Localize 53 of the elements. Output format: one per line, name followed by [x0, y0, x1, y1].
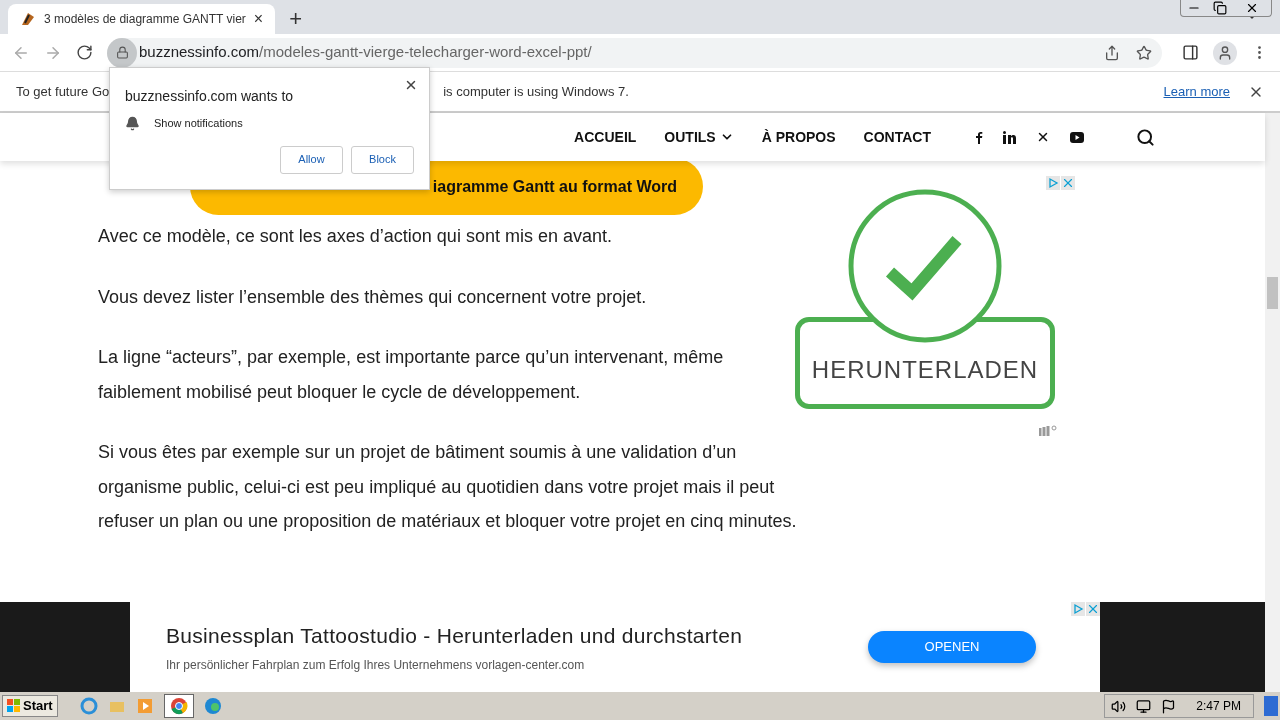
flag-icon[interactable] — [1161, 698, 1177, 714]
youtube-icon[interactable] — [1070, 131, 1084, 143]
article-paragraph: Avec ce modèle, ce sont les axes d’action qui sont mis en avant. — [98, 225, 613, 248]
article-paragraph: Si vous êtes par exemple sur un projet de bâtiment soumis à une validation d’un organisme public, celui-ci est peu impliqué au quotidien dans votre projet mais il peut refuser un plan ou une proposition de matériaux et bloquer votre projet en cinq minutes. — [98, 441, 798, 533]
scrollbar[interactable] — [1265, 113, 1280, 692]
network-icon[interactable] — [1136, 698, 1152, 714]
ad-label: HERUNTERLADEN — [811, 355, 1039, 385]
nav-link[interactable]: OUTILS — [664, 126, 734, 148]
close-icon[interactable] — [404, 78, 418, 92]
article-paragraph: Vous devez lister l’ensemble des thèmes qui concernent votre projet. — [98, 285, 648, 309]
volume-icon[interactable] — [1111, 698, 1127, 714]
clock: 2:47 PM — [1196, 698, 1241, 715]
tab-close-button[interactable]: × — [253, 7, 264, 31]
permission-button[interactable]: Block — [351, 145, 414, 174]
permission-text: Show notifications — [154, 116, 243, 131]
permission-button[interactable]: Allow — [280, 145, 343, 174]
reload-icon[interactable] — [76, 44, 93, 61]
chrome-taskbar-button[interactable] — [163, 694, 194, 718]
check-circle-icon — [847, 188, 1003, 344]
learn-more-link[interactable]: Learn more — [1163, 81, 1230, 102]
restore-icon[interactable] — [1213, 1, 1227, 15]
share-icon[interactable] — [1104, 44, 1120, 61]
nav-link[interactable]: CONTACT — [863, 126, 931, 148]
search-icon[interactable] — [1136, 127, 1155, 147]
bookmark-star-icon[interactable] — [1136, 44, 1152, 61]
popup-title: buzznessinfo.com wants to — [125, 87, 295, 106]
new-tab-button[interactable]: + — [289, 8, 303, 30]
ad-card[interactable]: Businessplan Tattoostudio - Herunterladen und durchstarten Ihr persönlicher Fahrplan zum Erfolg Ihres Unternehmens vorlagen-center.com OPENEN — [130, 602, 1100, 692]
open-button[interactable]: OPENEN — [868, 631, 1036, 663]
info-text: is computer is using Windows 7. — [443, 82, 629, 101]
address-bar[interactable]: buzznessinfo.com/modeles-gantt-vierge-telecharger-word-excel-ppt/ — [107, 37, 1162, 68]
url-text: buzznessinfo.com/modeles-gantt-vierge-telecharger-word-excel-ppt/ — [139, 42, 592, 63]
download-ad-banner[interactable]: HERUNTERLADEN — [795, 188, 1055, 409]
x-logo-icon[interactable] — [1036, 130, 1050, 144]
windows-logo-icon — [7, 699, 21, 713]
nav-link[interactable]: ACCUEIL — [574, 126, 637, 148]
facebook-icon[interactable] — [975, 130, 983, 144]
profile-avatar-icon[interactable] — [1213, 40, 1237, 65]
side-panel-icon[interactable] — [1182, 44, 1199, 61]
close-icon[interactable] — [1245, 1, 1259, 15]
ad-network-logo-icon — [1039, 425, 1059, 437]
tab-title: 3 modèles de diagramme GANTT vier — [44, 11, 246, 28]
ad-subtitle: Ihr persönlicher Fahrplan zum Erfolg Ihres Unternehmens vorlagen-center.com — [166, 656, 586, 674]
bell-icon — [125, 115, 140, 131]
article-paragraph: La ligne “acteurs”, par exemple, est importante parce qu’un intervenant, même faiblement mobilisé peut bloquer le cycle de développement. — [98, 346, 725, 404]
info-text: To get future Go — [16, 82, 110, 101]
lock-icon[interactable] — [107, 37, 137, 68]
nav-link[interactable]: À PROPOS — [761, 126, 836, 148]
site-favicon-icon — [20, 11, 36, 27]
linkedin-icon[interactable] — [1003, 130, 1016, 144]
start-button[interactable]: Start — [2, 695, 58, 717]
browser-tab[interactable]: 3 modèles de diagramme GANTT vier × — [8, 4, 276, 34]
ad-title: Businessplan Tattoostudio - Herunterladen und durchstarten — [166, 623, 744, 650]
